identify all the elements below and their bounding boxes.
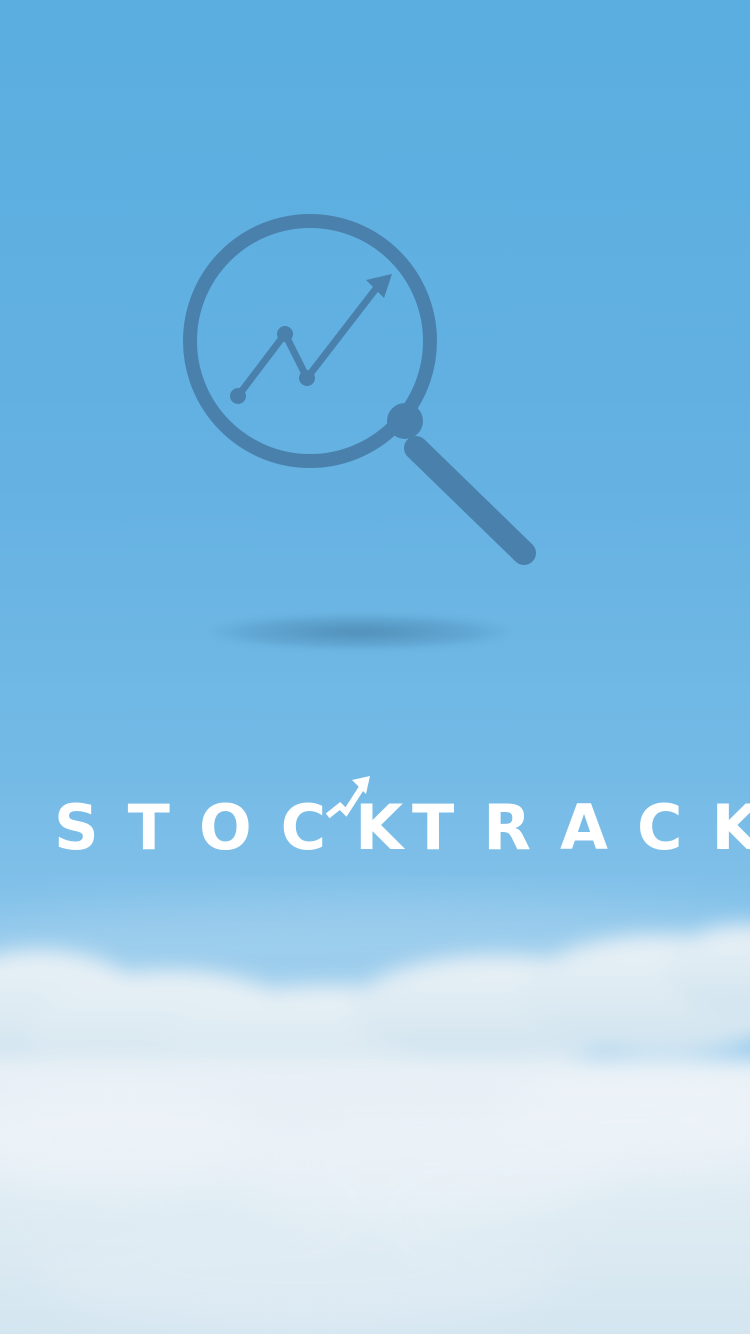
magnifier-with-trend-chart-icon	[183, 214, 536, 565]
trend-up-arrow-icon	[326, 776, 370, 819]
splash-screen: STOCK TRACK	[0, 0, 750, 1334]
app-name-word-track: TRACK	[412, 791, 750, 864]
logo-shadow	[210, 614, 510, 650]
